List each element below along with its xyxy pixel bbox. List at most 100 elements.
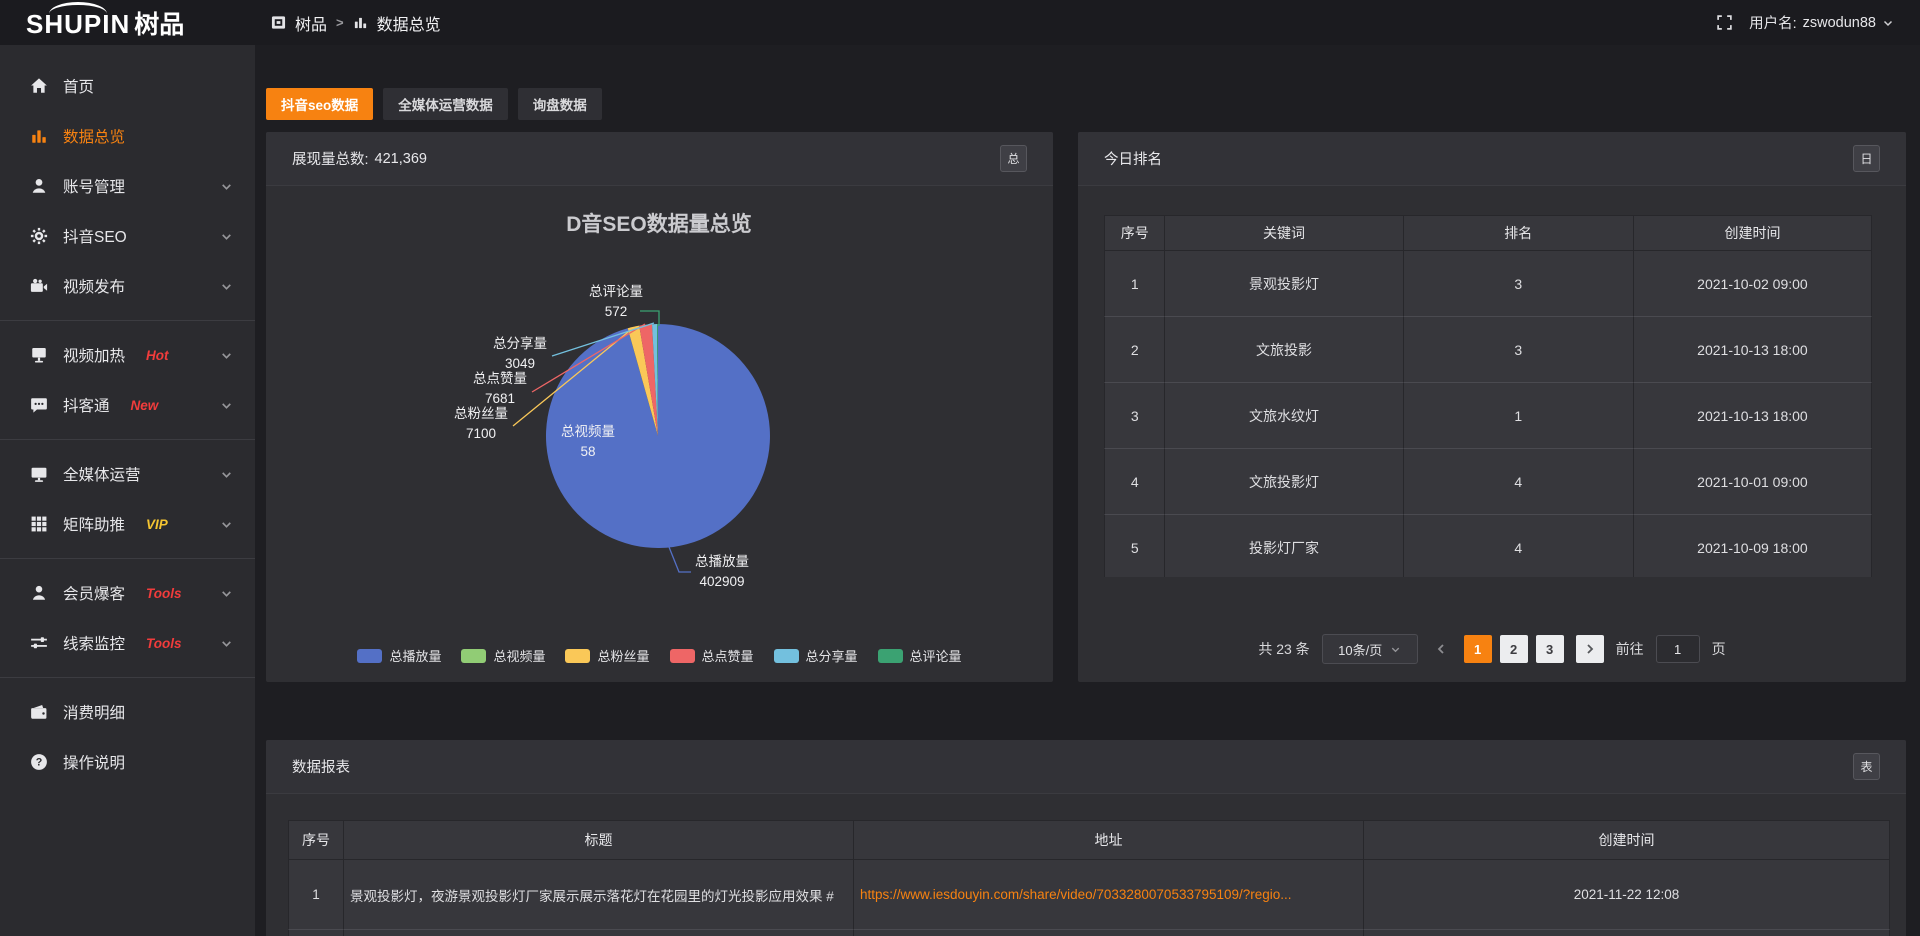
sidebar-item-label: 线索监控 <box>63 632 125 654</box>
sidebar-divider <box>0 320 255 321</box>
pie-label-name: 总播放量 <box>695 554 749 569</box>
pie-label-name: 总分享量 <box>493 335 547 351</box>
member-icon <box>30 584 48 602</box>
user-menu[interactable]: 用户名: zswodun88 <box>1749 12 1894 33</box>
ranking-cell: 1 <box>1104 251 1165 317</box>
impressions-total-label: 展现量总数: <box>292 148 369 169</box>
legend-item-总评论量[interactable]: 总评论量 <box>878 646 962 665</box>
sidebar-item-label: 抖客通 <box>63 394 110 416</box>
sidebar-badge: New <box>131 398 159 413</box>
chevron-down-icon <box>220 280 233 293</box>
next-page-button[interactable] <box>1576 635 1604 663</box>
prev-page-button[interactable] <box>1430 635 1452 663</box>
page-size-select[interactable]: 10条/页 <box>1322 634 1418 664</box>
day-view-button[interactable]: 日 <box>1853 145 1880 172</box>
pie-label-name: 总点赞量 <box>473 371 527 386</box>
sidebar-item-label: 账号管理 <box>63 175 125 197</box>
tab-media-op-data[interactable]: 全媒体运营数据 <box>383 88 508 120</box>
pie-label-value: 572 <box>605 304 628 319</box>
chevron-down-icon <box>1882 17 1894 29</box>
sidebar-item-help[interactable]: ? 操作说明 <box>0 737 255 787</box>
legend-item-总播放量[interactable]: 总播放量 <box>357 646 441 665</box>
pie-label-value: 402909 <box>699 574 744 589</box>
sidebar: 首页数据总览账号管理抖音SEO 视频发布视频加热Hot 抖客通 New 全媒体运营矩阵助… <box>0 45 255 936</box>
sidebar-item-label: 视频发布 <box>63 275 125 297</box>
ranking-cell: 3 <box>1104 383 1165 449</box>
chevron-down-icon <box>220 587 233 600</box>
report-table-row: 1景观投影灯，夜游景观投影灯厂家展示展示落花灯在花园里的灯光投影应用效果 #ht… <box>288 860 1890 930</box>
ranking-table-row: 5投影灯厂家42021-10-09 18:00 <box>1104 515 1872 577</box>
page-button-2[interactable]: 2 <box>1500 635 1528 663</box>
sidebar-item-home[interactable]: 首页 <box>0 61 255 111</box>
bar-chart-icon <box>30 127 48 145</box>
legend-swatch <box>878 649 903 663</box>
report-table-wrap: 序号标题地址创建时间 1景观投影灯，夜游景观投影灯厂家展示展示落花灯在花园里的灯… <box>288 820 1890 936</box>
sidebar-item-video-publish[interactable]: 视频发布 <box>0 261 255 311</box>
goto-unit: 页 <box>1712 639 1726 659</box>
page-button-3[interactable]: 3 <box>1536 635 1564 663</box>
video-link[interactable]: https://www.iesdouyin.com/share/video/70… <box>860 887 1357 902</box>
ranking-panel-header: 今日排名 日 <box>1078 132 1906 186</box>
sidebar-item-matrix-boost[interactable]: 矩阵助推VIP <box>0 499 255 549</box>
page-size-value: 10条/页 <box>1338 640 1382 659</box>
video-icon <box>30 277 48 295</box>
report-table-row-partial <box>288 930 1890 936</box>
sidebar-divider <box>0 677 255 678</box>
tab-douyin-seo-data[interactable]: 抖音seo数据 <box>266 88 373 120</box>
legend-item-总粉丝量[interactable]: 总粉丝量 <box>565 646 649 665</box>
breadcrumb-current[interactable]: 数据总览 <box>377 11 441 35</box>
ranking-col-header: 序号 <box>1104 215 1165 251</box>
fullscreen-icon[interactable] <box>1716 14 1733 31</box>
breadcrumb-root[interactable]: 树品 <box>295 11 327 35</box>
user-icon <box>30 177 48 195</box>
gear-icon <box>30 227 48 245</box>
goto-page-input[interactable] <box>1656 635 1700 663</box>
report-col-header: 创建时间 <box>1364 820 1890 860</box>
ranking-cell: 投影灯厂家 <box>1165 515 1403 577</box>
sliders-icon <box>30 634 48 652</box>
sidebar-item-label: 全媒体运营 <box>63 463 141 485</box>
legend-label: 总视频量 <box>493 646 545 665</box>
legend-item-总分享量[interactable]: 总分享量 <box>774 646 858 665</box>
sidebar-item-account-manage[interactable]: 账号管理 <box>0 161 255 211</box>
app-logo: SHUPIN 树品 <box>0 5 255 41</box>
ranking-cell: 2021-10-02 09:00 <box>1634 251 1872 317</box>
breadcrumb-separator: > <box>336 15 344 30</box>
pie-label-value: 7100 <box>466 426 496 441</box>
sidebar-item-data-overview[interactable]: 数据总览 <box>0 111 255 161</box>
report-panel-title: 数据报表 <box>292 756 350 777</box>
ranking-panel-title: 今日排名 <box>1104 148 1162 169</box>
tab-inquiry-data[interactable]: 询盘数据 <box>518 88 602 120</box>
sidebar-item-video-heat[interactable]: 视频加热Hot <box>0 330 255 380</box>
sidebar-item-clue-monitor[interactable]: 线索监控Tools <box>0 618 255 668</box>
sidebar-item-doukertong[interactable]: 抖客通 New <box>0 380 255 430</box>
ranking-cell: 文旅投影灯 <box>1165 449 1403 515</box>
svg-text:?: ? <box>36 757 43 769</box>
ranking-cell: 景观投影灯 <box>1165 251 1403 317</box>
ranking-cell: 4 <box>1404 449 1634 515</box>
sidebar-badge: VIP <box>146 517 168 532</box>
pie-label-value: 7681 <box>485 391 515 406</box>
legend-label: 总评论量 <box>910 646 962 665</box>
sidebar-item-member-leads[interactable]: 会员爆客Tools <box>0 568 255 618</box>
ranking-table-row: 4文旅投影灯42021-10-01 09:00 <box>1104 449 1872 515</box>
table-view-button[interactable]: 表 <box>1853 753 1880 780</box>
ranking-col-header: 关键词 <box>1165 215 1403 251</box>
report-table: 序号标题地址创建时间 1景观投影灯，夜游景观投影灯厂家展示展示落花灯在花园里的灯… <box>288 820 1890 936</box>
total-view-button[interactable]: 总 <box>1000 145 1027 172</box>
legend-item-总视频量[interactable]: 总视频量 <box>461 646 545 665</box>
sidebar-item-expense-detail[interactable]: 消费明细 <box>0 687 255 737</box>
pie-label-name: 总视频量 <box>561 424 615 439</box>
sidebar-item-omni-media[interactable]: 全媒体运营 <box>0 449 255 499</box>
sidebar-item-douyin-seo[interactable]: 抖音SEO <box>0 211 255 261</box>
sidebar-item-label: 操作说明 <box>63 751 125 773</box>
grid-icon <box>30 515 48 533</box>
page-button-1[interactable]: 1 <box>1464 635 1492 663</box>
report-col-header: 地址 <box>854 820 1364 860</box>
legend-label: 总播放量 <box>389 646 441 665</box>
chevron-down-icon <box>220 518 233 531</box>
ranking-cell: 2021-10-09 18:00 <box>1634 515 1872 577</box>
chart-title: D音SEO数据量总览 <box>566 212 752 236</box>
legend-item-总点赞量[interactable]: 总点赞量 <box>670 646 754 665</box>
pie-label-name: 总评论量 <box>589 284 643 299</box>
